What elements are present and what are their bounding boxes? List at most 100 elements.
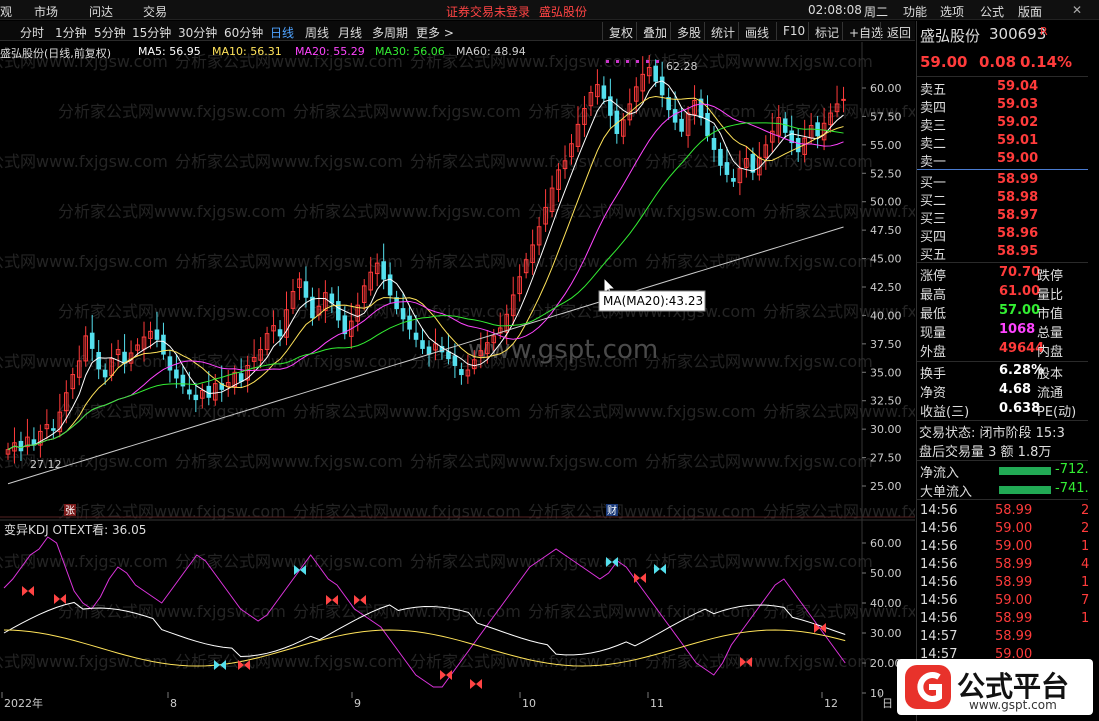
watermark-text: 分析家公式网www.fxjgsw.com [175,652,403,671]
date-label: 9 [354,697,361,710]
ma10-value: MA10: 56.31 [212,45,282,58]
fund-label: 净资 [920,386,947,401]
tick-price: 58.99 [995,611,1033,626]
tab-15min[interactable]: 15分钟 [132,24,171,41]
watermark-text: 分析家公式网www.fxjgsw.com [293,202,521,221]
tick-row[interactable]: 14:56 59.00 1 [917,539,1099,557]
tab-multi-period[interactable]: 多周期 [372,24,408,41]
tab-weekly[interactable]: 周线 [305,24,329,41]
ask-label: 卖五 [920,83,947,98]
menu-formula[interactable]: 公式 [980,3,1004,20]
zhang-text: 张 [65,505,75,517]
bid-row: 买四 58.96 [917,226,1099,245]
watermark-text: 分析家公式网www.fxjgsw.com [645,552,873,571]
tab-fenshi[interactable]: 分时 [20,24,44,41]
signal-dot [656,60,659,63]
watermark-text: 分析家公式网www.fxjgsw.com [58,102,286,121]
watermark-text: 分析家公式网www.fxjgsw.com [175,452,403,471]
candle-body [122,351,127,364]
bid-row: 买三 58.97 [917,208,1099,227]
low-label: 27.12 [30,458,62,471]
candle-body [841,98,846,101]
trade-status: 交易状态: 闭市阶段 15:3 [919,426,1065,441]
stock-header: 盛弘股份 300693 R [917,25,1099,45]
back-button[interactable]: 返回 [880,22,917,40]
tab-5min[interactable]: 5分钟 [94,24,126,41]
price-tick-label: 40.00 [870,309,902,322]
tick-row[interactable]: 14:56 59.00 7 [917,593,1099,611]
ask-price: 59.02 [997,115,1039,130]
watermark-text: 分析家公式网www.fxjgsw.com [528,502,756,521]
tab-60min[interactable]: 60分钟 [224,24,263,41]
watermark-text: 分析家公式网www.fxjgsw.com [293,502,521,521]
candle-body [174,369,179,379]
candle-body [238,373,244,382]
bid-label: 买二 [920,194,947,209]
fuquan-button[interactable]: 复权 [602,22,639,40]
overlay-button[interactable]: 叠加 [636,22,673,40]
multi-stock-button[interactable]: 多股 [670,22,707,40]
price-line: 59.00 0.08 0.14% [917,53,1099,71]
menu-item[interactable]: 观 [0,3,12,20]
price-tick-label: 35.00 [870,366,902,379]
stat-label-2: 总量 [1037,326,1064,341]
fund-label: 换手 [920,367,947,382]
fund-label-2: 流通 [1037,386,1064,401]
close-icon[interactable]: ✕ [1072,3,1082,17]
tab-monthly[interactable]: 月线 [338,24,362,41]
price-tick-label: 55.00 [870,139,902,152]
stat-row: 现量 1068 总量 [917,322,1099,341]
chart-title: 盛弘股份(日线,前复权) [0,47,112,60]
bid-price: 58.95 [997,244,1039,259]
ask-row: 卖一 59.00 [917,151,1099,170]
brand-url: www.gspt.com [969,698,1057,712]
tick-row[interactable]: 14:56 58.99 1 [917,611,1099,629]
watermark-text: 分析家公式网www.fxjgsw.com [293,102,521,121]
candle-body [206,385,212,398]
tab-more[interactable]: 更多 > [416,24,454,41]
candle-body [187,389,192,395]
brand-logo-icon [905,665,951,709]
fund-label-2: PE(动) [1037,405,1077,420]
f10-button[interactable]: F10 [776,22,811,40]
stats-button[interactable]: 统计 [704,22,741,40]
price-tick-label: 32.50 [870,395,902,408]
clock-weekday: 周二 [864,5,889,19]
tick-row[interactable]: 14:56 58.99 1 [917,575,1099,593]
price-tick-label: 37.50 [870,338,902,351]
menu-market[interactable]: 市场 [34,3,58,20]
tick-time: 14:56 [920,539,958,554]
menu-function[interactable]: 功能 [903,3,927,20]
stat-value: 61.00 [999,284,1041,299]
menu-layout[interactable]: 版面 [1018,3,1042,20]
tab-daily[interactable]: 日线 [270,24,294,41]
login-status[interactable]: 证券交易未登录 [446,3,530,20]
price-tick-label: 60.00 [870,82,902,95]
menu-trade[interactable]: 交易 [143,3,167,20]
tab-30min[interactable]: 30分钟 [178,24,217,41]
bid-row: 买二 58.98 [917,190,1099,209]
fund-value: 4.68 [999,382,1032,397]
stock-name: 盛弘股份 [920,27,981,45]
kline-chart[interactable]: 分析家公式网www.fxjgsw.com 分析家公式网www.fxjgsw.com… [0,42,915,721]
candle-body [102,369,108,378]
ask-label: 卖二 [920,137,947,152]
tab-1min[interactable]: 1分钟 [55,24,87,41]
draw-button[interactable]: 画线 [738,22,775,40]
signal-dot [636,60,639,63]
flow-value: -712. [1055,462,1089,477]
tick-row[interactable]: 14:56 58.99 2 [917,503,1099,521]
price-tick-label: 50.00 [870,196,902,209]
tick-row[interactable]: 14:57 58.99 [917,629,1099,647]
tick-row[interactable]: 14:56 59.00 2 [917,521,1099,539]
watermark-text: 分析家公式网www.fxjgsw.com [410,452,638,471]
mark-button[interactable]: 标记 [808,22,845,40]
tick-time: 14:56 [920,611,958,626]
flow-row: 净流入 -712. [917,462,1099,481]
menu-wenda[interactable]: 问达 [89,3,113,20]
menu-options[interactable]: 选项 [940,3,964,20]
bid-row: 买五 58.95 [917,244,1099,263]
tick-row[interactable]: 14:56 58.99 4 [917,557,1099,575]
stat-value: 1068 [999,322,1036,337]
fund-value: 0.638 [999,401,1041,416]
